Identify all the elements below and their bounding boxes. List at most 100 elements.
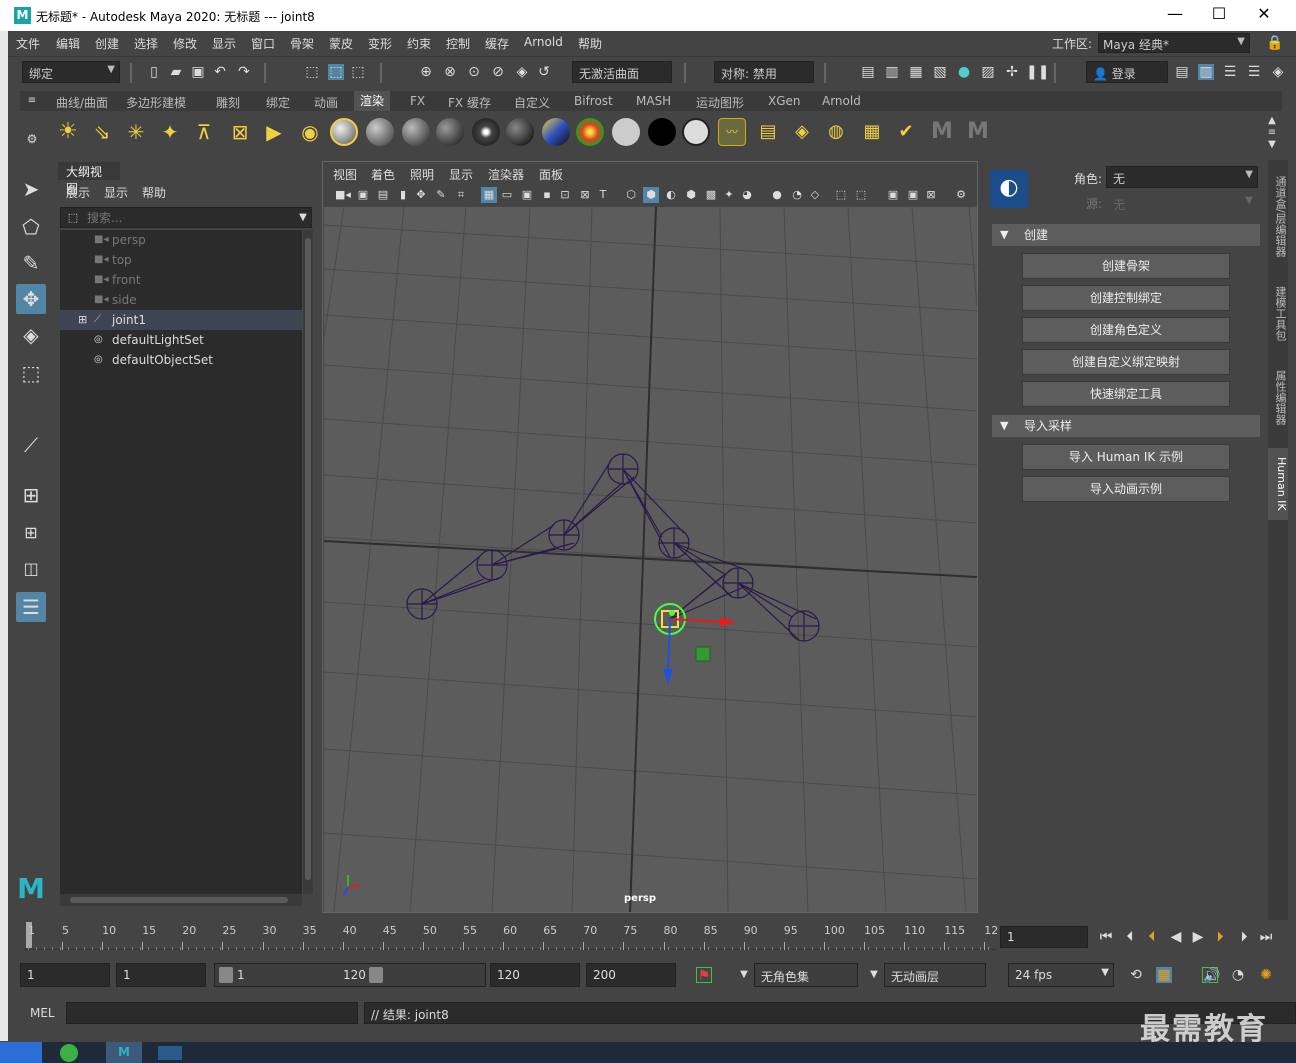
step-back-frame-icon[interactable]: ⏴ <box>1122 929 1138 945</box>
anim-layer-field[interactable]: 无动画层 <box>884 963 986 987</box>
toggle-channel-box-icon[interactable]: ☰ <box>1246 64 1262 80</box>
grid-icon[interactable]: ⌗ <box>453 187 469 203</box>
create-joint-tool-icon[interactable]: ⟋ <box>16 430 46 460</box>
select-camera-icon[interactable]: ■◂ <box>335 187 351 203</box>
select-object-icon[interactable]: ⬚ <box>328 64 344 80</box>
render-check-icon[interactable]: ✔ <box>892 118 920 146</box>
outliner-tab[interactable]: 大纲视图 <box>58 162 120 196</box>
lasso-tool-icon[interactable]: ⬠ <box>16 212 46 242</box>
maximize-icon[interactable]: ☐ <box>1209 4 1229 24</box>
wireframe-icon[interactable]: ⬡ <box>623 187 639 203</box>
live-surface-field[interactable]: 无激活曲面 <box>572 61 672 83</box>
single-perspective-layout-icon[interactable]: ⊞ <box>16 480 46 510</box>
color-management-icon[interactable]: ⚙ <box>953 187 969 203</box>
scrollbar-thumb[interactable] <box>70 897 288 903</box>
tab-fx[interactable]: FX <box>410 94 425 108</box>
phonge-material-icon[interactable] <box>436 118 464 146</box>
volume-light-icon[interactable]: ⊠ <box>226 118 254 146</box>
tab-custom[interactable]: 自定义 <box>514 94 550 111</box>
tab-fx-caching[interactable]: FX 缓存 <box>448 94 491 111</box>
use-all-lights-icon[interactable]: ▩ <box>703 187 719 203</box>
animation-start-field[interactable]: 1 <box>20 963 110 987</box>
filter-icon[interactable]: ⬚ <box>65 210 81 226</box>
animation-end-field[interactable]: 200 <box>586 963 676 987</box>
import-humanik-example-button[interactable]: 导入 Human IK 示例 <box>1022 444 1230 470</box>
use-background-icon[interactable] <box>648 118 676 146</box>
open-scene-icon[interactable]: ▰ <box>168 64 184 80</box>
source-dropdown[interactable]: 无 ▼ <box>1106 192 1258 214</box>
phong-material-icon[interactable] <box>402 118 430 146</box>
script-language-label[interactable]: MEL <box>30 1006 55 1020</box>
playback-prefs-icon[interactable]: ✺ <box>1258 967 1274 983</box>
list-item[interactable]: ◎ defaultObjectSet <box>60 350 302 370</box>
menu-skeleton[interactable]: 骨架 <box>290 35 314 52</box>
tab-curves-surfaces[interactable]: 曲线/曲面 <box>56 94 108 111</box>
xray-components-icon[interactable]: ▣ <box>905 187 921 203</box>
create-control-rig-button[interactable]: 创建控制绑定 <box>1022 285 1230 311</box>
loop-icon[interactable]: ⟲ <box>1128 967 1144 983</box>
play-forwards-icon[interactable]: ▶ <box>1190 929 1206 945</box>
list-item[interactable]: ■◂ top <box>60 250 302 270</box>
outliner-menu-display[interactable]: 显示 <box>104 184 128 201</box>
new-scene-icon[interactable]: ▯ <box>146 64 162 80</box>
film-gate-icon[interactable]: ▭ <box>499 187 515 203</box>
screen-space-ao-icon[interactable]: ◕ <box>739 187 755 203</box>
menu-modify[interactable]: 修改 <box>173 35 197 52</box>
tab-motion-graphics[interactable]: 运动图形 <box>696 94 744 111</box>
gate-mask-icon[interactable]: ▪ <box>539 187 555 203</box>
shading-map-icon[interactable] <box>682 118 710 146</box>
scale-tool-icon[interactable]: ⬚ <box>16 358 46 388</box>
tab-attribute-editor[interactable]: 属性编辑器 <box>1268 362 1288 432</box>
save-scene-icon[interactable]: ▣ <box>190 64 206 80</box>
toggle-tool-settings-icon[interactable]: ☰ <box>1222 64 1238 80</box>
render-setup-shelf-icon[interactable]: ◍ <box>822 118 850 146</box>
xray-joints-icon[interactable]: ▣ <box>885 187 901 203</box>
viewport-scene[interactable] <box>324 207 977 912</box>
isolate-select-icon[interactable]: ⬚ <box>833 187 849 203</box>
anti-aliasing-icon[interactable]: ◔ <box>789 187 805 203</box>
cache-playback-icon[interactable]: ▦ <box>1156 967 1172 983</box>
scrollbar-thumb[interactable] <box>305 238 311 880</box>
redo-icon[interactable]: ↷ <box>236 64 252 80</box>
render-settings-icon[interactable]: ▧ <box>932 64 948 80</box>
tab-mash[interactable]: MASH <box>636 94 671 108</box>
safe-title-icon[interactable]: T <box>595 187 611 203</box>
menu-select[interactable]: 选择 <box>134 35 158 52</box>
quick-rig-tool-button[interactable]: 快速绑定工具 <box>1022 381 1230 407</box>
snap-pivot-icon[interactable]: ↺ <box>536 64 552 80</box>
menu-help[interactable]: 帮助 <box>578 35 602 52</box>
step-back-key-icon[interactable]: ⏴ <box>1144 929 1160 945</box>
select-tool-icon[interactable]: ➤ <box>16 174 46 204</box>
menu-create[interactable]: 创建 <box>95 35 119 52</box>
point-light-icon[interactable]: ✳ <box>122 118 150 146</box>
viewport-menu-panels[interactable]: 面板 <box>539 166 563 183</box>
viewport-menu-show[interactable]: 显示 <box>449 166 473 183</box>
two-view-layout-icon[interactable]: ◫ <box>16 554 46 584</box>
menu-display[interactable]: 显示 <box>212 35 236 52</box>
render-layer-icon[interactable]: ▤ <box>754 118 782 146</box>
go-to-start-icon[interactable]: ⏮ <box>1098 929 1114 945</box>
viewport-menu-renderer[interactable]: 渲染器 <box>488 166 524 183</box>
toggle-attribute-editor-icon[interactable]: ▥ <box>1198 64 1214 80</box>
list-item[interactable]: ◎ defaultLightSet <box>60 330 302 350</box>
layered-shader-icon[interactable] <box>506 118 534 146</box>
mel-script-icon[interactable]: M <box>928 118 956 146</box>
ambient-light-icon[interactable]: ☀ <box>54 118 82 146</box>
smooth-shade-icon[interactable]: ⬢ <box>643 187 659 203</box>
login-button[interactable]: 👤 登录 <box>1086 61 1168 83</box>
tab-poly-modeling[interactable]: 多边形建模 <box>126 94 186 111</box>
select-component-icon[interactable]: ⬚ <box>350 64 366 80</box>
section-import[interactable]: ▼ 导入采样 <box>992 415 1260 437</box>
menu-deform[interactable]: 变形 <box>368 35 392 52</box>
lambert-material-icon[interactable] <box>366 118 394 146</box>
play-backwards-icon[interactable]: ◀ <box>1168 929 1184 945</box>
create-custom-rig-mapping-button[interactable]: 创建自定义绑定映射 <box>1022 349 1230 375</box>
four-view-layout-icon[interactable]: ⊞ <box>16 518 46 548</box>
tab-modeling-toolkit[interactable]: 建模工具包 <box>1268 278 1288 348</box>
xray-icon[interactable]: ⬚ <box>853 187 869 203</box>
toggle-modeling-toolkit-icon[interactable]: ▤ <box>1174 64 1190 80</box>
wireframe-on-shaded-icon[interactable]: ◐ <box>663 187 679 203</box>
snap-surface-icon[interactable]: ◈ <box>514 64 530 80</box>
depth-of-field-icon[interactable]: ◇ <box>807 187 823 203</box>
ai-standard-surface-icon[interactable] <box>576 118 604 146</box>
